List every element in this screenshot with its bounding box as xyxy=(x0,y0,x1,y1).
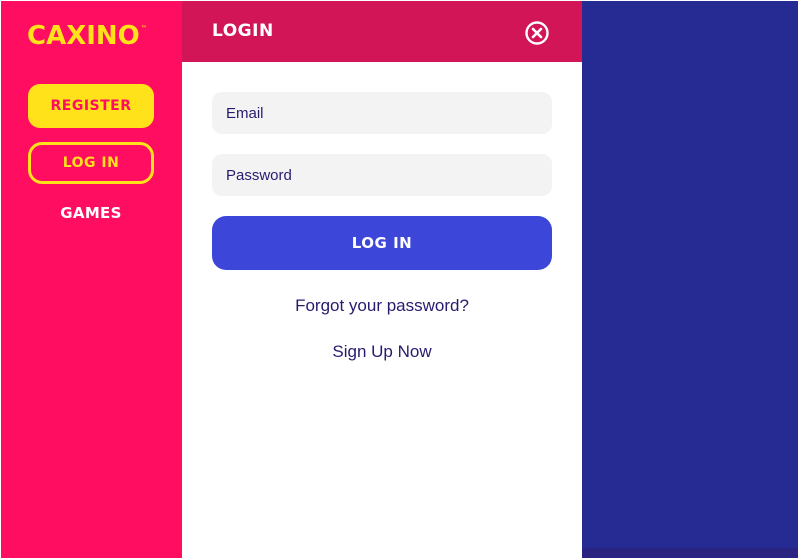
email-input[interactable] xyxy=(212,92,552,134)
backdrop-bottom-strip xyxy=(582,548,798,558)
login-panel-header: LOGIN xyxy=(182,1,582,62)
page-backdrop[interactable] xyxy=(582,1,798,558)
login-panel-title: LOGIN xyxy=(212,21,274,41)
sidebar-login-button-label: LOG IN xyxy=(62,155,120,171)
games-link[interactable]: GAMES xyxy=(28,201,154,225)
close-circle-icon xyxy=(525,21,549,45)
sidebar: CAXINO ™ REGISTER LOG IN GAMES xyxy=(1,1,182,558)
close-button[interactable] xyxy=(524,20,550,46)
register-button[interactable]: REGISTER xyxy=(28,84,154,128)
login-panel: LOGIN LOG IN Forgot your password? Sign … xyxy=(182,1,582,558)
games-link-label: GAMES xyxy=(60,204,122,222)
sidebar-login-button[interactable]: LOG IN xyxy=(28,142,154,184)
sign-up-link[interactable]: Sign Up Now xyxy=(182,342,582,362)
forgot-password-link[interactable]: Forgot your password? xyxy=(182,296,582,316)
logo-trademark: ™ xyxy=(140,25,147,32)
login-submit-button[interactable]: LOG IN xyxy=(212,216,552,270)
login-submit-button-label: LOG IN xyxy=(351,234,413,252)
register-button-label: REGISTER xyxy=(50,98,132,114)
caxino-logo[interactable]: CAXINO ™ xyxy=(27,21,147,55)
app-frame: CAXINO ™ REGISTER LOG IN GAMES LOGIN Ema… xyxy=(1,1,798,558)
logo-text: CAXINO xyxy=(27,21,140,51)
password-input[interactable] xyxy=(212,154,552,196)
